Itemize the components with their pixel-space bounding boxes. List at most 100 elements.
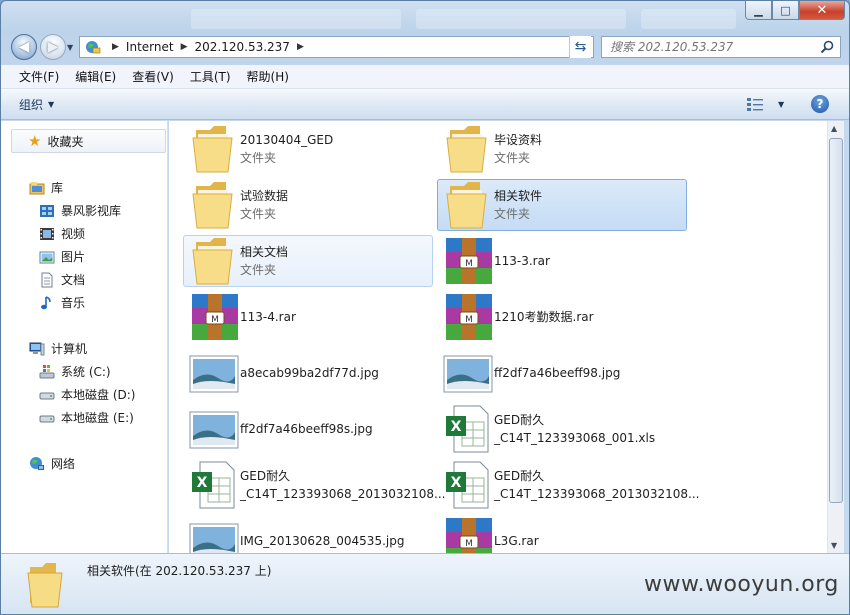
item-text: 试验数据 文件夹 [240, 187, 288, 223]
scrollbar-thumb[interactable] [829, 138, 843, 503]
nav-drive-label: 系统 (C:) [61, 365, 111, 379]
folder-item[interactable]: 相关文档 文件夹 [183, 235, 433, 287]
item-name: L3G.rar [494, 534, 539, 548]
nav-favorites[interactable]: ★ 收藏夹 [11, 129, 166, 153]
menu-edit[interactable]: 编辑(E) [67, 68, 124, 85]
nav-computer[interactable]: 计算机 [29, 340, 87, 357]
item-text: 113-4.rar [240, 308, 296, 326]
breadcrumb: ▶ Internet ▶ 202.120.53.237 ▶ [105, 40, 311, 54]
search-icon[interactable] [819, 39, 835, 55]
item-icon [442, 124, 494, 174]
recent-pages-dropdown[interactable]: ▼ [67, 43, 73, 52]
change-view-button[interactable]: ▼ [746, 96, 784, 112]
title-bar: ▁ □ ✕ [1, 1, 849, 31]
search-input[interactable] [610, 40, 815, 54]
item-icon [188, 516, 240, 553]
view-dropdown-icon[interactable]: ▼ [778, 100, 784, 109]
item-icon: M [188, 292, 240, 342]
scroll-up-icon[interactable]: ▲ [831, 124, 837, 133]
organize-button[interactable]: 组织 ▼ [19, 96, 54, 113]
breadcrumb-item[interactable]: 202.120.53.237 [195, 40, 290, 54]
nav-library-item-label: 图片 [61, 250, 86, 264]
nav-drive-d[interactable]: 本地磁盘 (D:) [39, 386, 135, 403]
item-type: 文件夹 [240, 151, 277, 165]
nav-library-item[interactable]: 音乐 [39, 294, 85, 311]
item-text: 相关文档 文件夹 [240, 243, 288, 279]
image-file-icon [189, 355, 239, 393]
file-item[interactable]: M 113-4.rar [183, 291, 433, 343]
address-row: ◀ ▶ ▼ ▶ Internet ▶ 202.120.53.237 ▶ ▼ ⇆ [1, 31, 849, 64]
item-name-line2: _C14T_123393068_001.xls [494, 431, 656, 445]
watermark-text: www.wooyun.org [644, 572, 839, 597]
item-text: 113-3.rar [494, 252, 550, 270]
image-file-icon [443, 355, 493, 393]
refresh-button[interactable]: ⇆ [569, 36, 591, 58]
breadcrumb-separator[interactable]: ▶ [297, 42, 304, 52]
nav-drive-e[interactable]: 本地磁盘 (E:) [39, 409, 134, 426]
file-item[interactable]: IMG_20130628_004535.jpg [183, 515, 433, 553]
item-icon [188, 124, 240, 174]
item-name: GED耐久 [240, 469, 291, 483]
address-bar[interactable]: ▶ Internet ▶ 202.120.53.237 ▶ ▼ [79, 36, 594, 58]
picture-icon [39, 251, 55, 263]
folder-item[interactable]: 20130404_GED 文件夹 [183, 123, 433, 175]
menu-file[interactable]: 文件(F) [11, 68, 67, 85]
file-item[interactable]: X GED耐久 _C14T_123393068_2013032108... [183, 459, 445, 511]
back-button[interactable]: ◀ [11, 34, 37, 60]
system-drive-icon [39, 364, 55, 378]
search-box[interactable] [601, 36, 841, 58]
file-item[interactable]: ff2df7a46beeff98s.jpg [183, 403, 433, 455]
breadcrumb-item[interactable]: Internet [126, 40, 174, 54]
menu-help[interactable]: 帮助(H) [239, 68, 297, 85]
star-icon: ★ [28, 132, 42, 150]
forward-button[interactable]: ▶ [40, 34, 66, 60]
item-icon: X [442, 460, 494, 510]
breadcrumb-separator[interactable]: ▶ [181, 42, 188, 52]
item-name: GED耐久 [494, 413, 545, 427]
nav-library-item[interactable]: 文档 [39, 271, 85, 288]
item-icon [188, 404, 240, 454]
item-name: 1210考勤数据.rar [494, 310, 594, 324]
item-type: 文件夹 [494, 151, 531, 165]
file-item[interactable]: a8ecab99ba2df77d.jpg [183, 347, 433, 399]
file-item[interactable]: M 113-3.rar [437, 235, 687, 287]
menu-tools[interactable]: 工具(T) [182, 68, 239, 85]
file-item[interactable]: M 1210考勤数据.rar [437, 291, 687, 343]
network-icon [30, 456, 44, 470]
folder-item[interactable]: 相关软件 文件夹 [437, 179, 687, 231]
file-item[interactable]: X GED耐久 _C14T_123393068_001.xls [437, 403, 687, 455]
maximize-button[interactable]: □ [772, 1, 799, 20]
breadcrumb-separator[interactable]: ▶ [112, 42, 119, 52]
nav-library-item[interactable]: 视频 [39, 225, 85, 242]
nav-library-item[interactable]: 暴风影视库 [39, 202, 121, 219]
nav-library-item[interactable]: 图片 [39, 248, 85, 265]
folder-item[interactable]: 试验数据 文件夹 [183, 179, 433, 231]
background-tab [416, 9, 626, 29]
close-button[interactable]: ✕ [799, 1, 845, 20]
folder-icon [27, 563, 63, 608]
vertical-scrollbar[interactable]: ▲ ▼ [827, 121, 844, 553]
item-text: 20130404_GED 文件夹 [240, 131, 333, 167]
explorer-window: ▁ □ ✕ ◀ ▶ ▼ ▶ Internet ▶ 202.120.53.237 … [0, 0, 850, 615]
archive-icon: M [446, 518, 492, 553]
archive-icon: M [446, 238, 492, 284]
help-button[interactable]: ? [811, 95, 829, 113]
file-item[interactable]: X GED耐久 _C14T_123393068_2013032108... [437, 459, 699, 511]
nav-network[interactable]: 网络 [29, 455, 75, 472]
background-tab [191, 9, 401, 29]
excel-file-icon: X [192, 461, 235, 509]
minimize-button[interactable]: ▁ [745, 1, 772, 20]
details-pane: 相关软件(在 202.120.53.237 上) www.wooyun.org [1, 553, 849, 614]
item-text: ff2df7a46beeff98.jpg [494, 364, 620, 382]
nav-libraries[interactable]: 库 [29, 179, 63, 196]
folder-item[interactable]: 毕设资料 文件夹 [437, 123, 687, 175]
item-text: L3G.rar [494, 532, 539, 550]
nav-drive-c[interactable]: 系统 (C:) [39, 363, 111, 380]
item-name: 113-4.rar [240, 310, 296, 324]
item-text: 相关软件 文件夹 [494, 187, 542, 223]
menu-view[interactable]: 查看(V) [124, 68, 182, 85]
file-item[interactable]: ff2df7a46beeff98.jpg [437, 347, 687, 399]
file-item[interactable]: M L3G.rar [437, 515, 687, 553]
scroll-down-icon[interactable]: ▼ [831, 541, 837, 550]
folder-icon [192, 182, 233, 229]
